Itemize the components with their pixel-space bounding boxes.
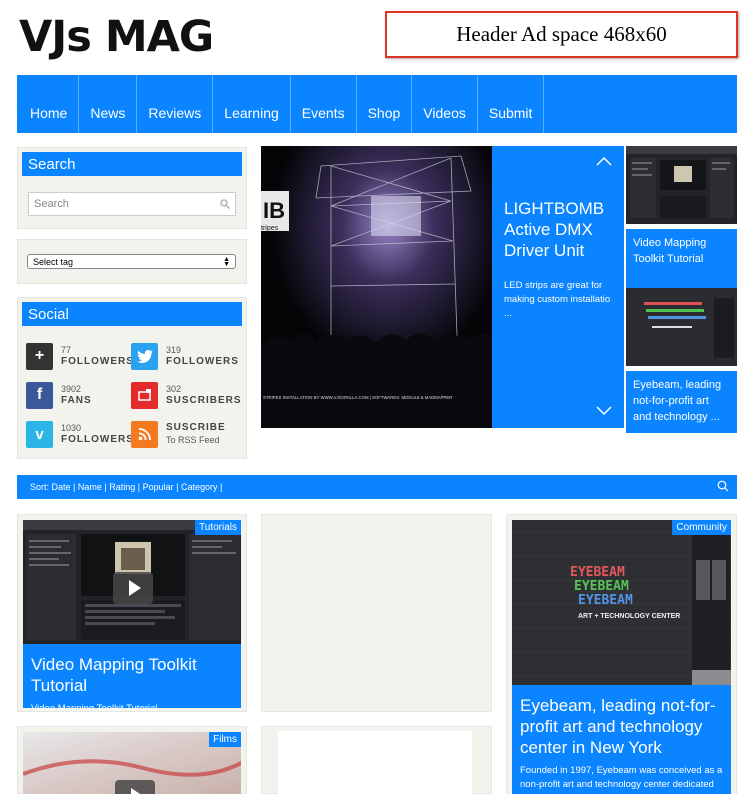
search-input[interactable]: Search bbox=[28, 192, 236, 216]
post-card[interactable]: Tutorials Video Mapping Toolkit Tutorial… bbox=[17, 514, 247, 714]
rss-icon bbox=[131, 420, 158, 448]
play-icon[interactable] bbox=[115, 780, 155, 794]
sign-subline: ART + TECHNOLOGY CENTER bbox=[578, 613, 680, 620]
slider-thumb[interactable]: Video Mapping Toolkit Tutorial bbox=[626, 146, 737, 291]
video-mapping-thumb-image bbox=[626, 146, 737, 224]
facebook-icon: f bbox=[26, 381, 53, 409]
sort-date[interactable]: Date bbox=[52, 482, 71, 492]
slider-up-icon[interactable] bbox=[596, 156, 612, 166]
eyebeam-thumb-image bbox=[626, 288, 737, 366]
sort-bar: Sort: Date | Name | Rating | Popular | C… bbox=[17, 475, 737, 499]
sign-line-green: EYEBEAM bbox=[574, 579, 629, 594]
header-ad-banner[interactable]: Header Ad space 468x60 bbox=[385, 11, 738, 58]
search-widget-title: Search bbox=[22, 152, 242, 176]
youtube-icon bbox=[131, 381, 158, 409]
category-badge[interactable]: Films bbox=[209, 732, 241, 747]
sort-label: Sort: bbox=[30, 482, 50, 492]
social-count: 319 bbox=[166, 345, 182, 355]
sort-name[interactable]: Name bbox=[78, 482, 102, 492]
featured-slide-title[interactable]: LIGHTBOMB Active DMX Driver Unit bbox=[504, 198, 612, 261]
post-card-image[interactable]: EYEBEAM EYEBEAM EYEBEAM ART + TECHNOLOGY… bbox=[512, 520, 731, 685]
social-rss[interactable]: SUSCRIBE To RSS Feed bbox=[131, 420, 236, 448]
post-card-image[interactable]: Tutorials bbox=[23, 520, 241, 644]
thumb-caption[interactable]: Video Mapping Toolkit Tutorial bbox=[626, 229, 737, 291]
post-card[interactable]: Films bbox=[17, 726, 247, 794]
social-facebook[interactable]: f 3902 FANS bbox=[26, 381, 131, 409]
post-card-placeholder bbox=[261, 514, 492, 712]
eyebeam-building-photo: EYEBEAM EYEBEAM EYEBEAM ART + TECHNOLOGY… bbox=[512, 520, 731, 685]
search-placeholder: Search bbox=[34, 198, 69, 210]
post-card-body: Eyebeam, leading not-for-profit art and … bbox=[512, 685, 731, 794]
social-youtube[interactable]: 302 SUSCRIBERS bbox=[131, 381, 241, 409]
social-vimeo[interactable]: v 1030 FOLLOWERS bbox=[26, 420, 134, 448]
concert-photo: IB tripes STRIPES INSTALLATION BY WWW.VJ… bbox=[261, 146, 492, 428]
social-label: FANS bbox=[61, 395, 92, 406]
slide-logo-text: IB bbox=[263, 198, 285, 223]
post-card-body: Video Mapping Toolkit Tutorial Video Map… bbox=[23, 644, 241, 714]
sign-line-red: EYEBEAM bbox=[570, 565, 625, 580]
featured-slide-image[interactable]: IB tripes STRIPES INSTALLATION BY WWW.VJ… bbox=[261, 146, 492, 428]
sign-line-blue: EYEBEAM bbox=[578, 593, 633, 608]
social-label: FOLLOWERS bbox=[61, 434, 134, 445]
social-widget-title: Social bbox=[22, 302, 242, 326]
featured-slider: IB tripes STRIPES INSTALLATION BY WWW.VJ… bbox=[261, 146, 737, 433]
category-badge[interactable]: Tutorials bbox=[195, 520, 241, 535]
slide-image-caption: STRIPES INSTALLATION BY WWW.VJGORILLA.CO… bbox=[263, 395, 452, 400]
sort-popular[interactable]: Popular bbox=[143, 482, 174, 492]
site-logo[interactable]: VJs MAG bbox=[19, 12, 214, 62]
google-plus-icon: + bbox=[26, 342, 53, 370]
social-label: FOLLOWERS bbox=[166, 356, 239, 367]
nav-events[interactable]: Events bbox=[291, 75, 357, 133]
post-card-placeholder bbox=[261, 726, 492, 794]
post-card-blank-image bbox=[278, 731, 472, 794]
social-count: SUSCRIBE bbox=[166, 422, 226, 433]
nav-submit[interactable]: Submit bbox=[478, 75, 545, 133]
post-card-title[interactable]: Video Mapping Toolkit Tutorial bbox=[31, 654, 233, 696]
nav-shop[interactable]: Shop bbox=[357, 75, 413, 133]
nav-learning[interactable]: Learning bbox=[213, 75, 291, 133]
twitter-icon bbox=[131, 342, 158, 370]
main-nav: Home News Reviews Learning Events Shop V… bbox=[17, 75, 737, 133]
post-card-excerpt: Founded in 1997, Eyebeam was conceived a… bbox=[520, 765, 723, 794]
slide-logo-sub: tripes bbox=[261, 225, 279, 232]
nav-news[interactable]: News bbox=[79, 75, 138, 133]
slider-down-icon[interactable] bbox=[596, 406, 612, 416]
social-twitter[interactable]: 319 FOLLOWERS bbox=[131, 342, 239, 370]
social-label: To RSS Feed bbox=[166, 435, 220, 445]
slider-thumb[interactable]: Eyebeam, leading not-for-profit art and … bbox=[626, 288, 737, 433]
post-card-image[interactable]: Films bbox=[23, 732, 241, 794]
sort-rating[interactable]: Rating bbox=[109, 482, 135, 492]
social-google-plus[interactable]: + 77 FOLLOWERS bbox=[26, 342, 134, 370]
search-icon[interactable] bbox=[220, 199, 230, 209]
search-widget: Search Search bbox=[17, 147, 247, 229]
social-count: 1030 bbox=[61, 423, 82, 433]
social-widget: Social + 77 FOLLOWERS 319 FOLLOWERS f 3902… bbox=[17, 297, 247, 459]
nav-reviews[interactable]: Reviews bbox=[137, 75, 214, 133]
post-card-excerpt: Video Mapping Toolkit Tutorial bbox=[31, 703, 158, 714]
social-count: 302 bbox=[166, 384, 182, 394]
vimeo-icon: v bbox=[26, 420, 53, 448]
play-icon[interactable] bbox=[113, 572, 153, 604]
sort-search-icon[interactable] bbox=[717, 480, 729, 492]
category-badge[interactable]: Community bbox=[672, 520, 731, 535]
social-label: SUSCRIBERS bbox=[166, 395, 242, 406]
social-label: FOLLOWERS bbox=[61, 356, 134, 367]
post-card-title[interactable]: Eyebeam, leading not-for-profit art and … bbox=[520, 695, 723, 758]
select-tag-label: Select tag bbox=[33, 256, 74, 267]
post-card[interactable]: EYEBEAM EYEBEAM EYEBEAM ART + TECHNOLOGY… bbox=[506, 514, 737, 794]
featured-slide-panel[interactable]: LIGHTBOMB Active DMX Driver Unit LED str… bbox=[492, 146, 624, 428]
thumb-caption[interactable]: Eyebeam, leading not-for-profit art and … bbox=[626, 371, 737, 433]
select-tag-dropdown[interactable]: Select tag ▲ ▼ bbox=[27, 254, 236, 269]
sort-category[interactable]: Category bbox=[181, 482, 218, 492]
featured-slide-desc: LED strips are great for making custom i… bbox=[504, 280, 611, 319]
social-count: 3902 bbox=[61, 384, 82, 394]
social-count: 77 bbox=[61, 345, 72, 355]
nav-videos[interactable]: Videos bbox=[412, 75, 478, 133]
nav-home[interactable]: Home bbox=[17, 75, 80, 133]
select-arrows-icon: ▲ ▼ bbox=[223, 255, 230, 268]
